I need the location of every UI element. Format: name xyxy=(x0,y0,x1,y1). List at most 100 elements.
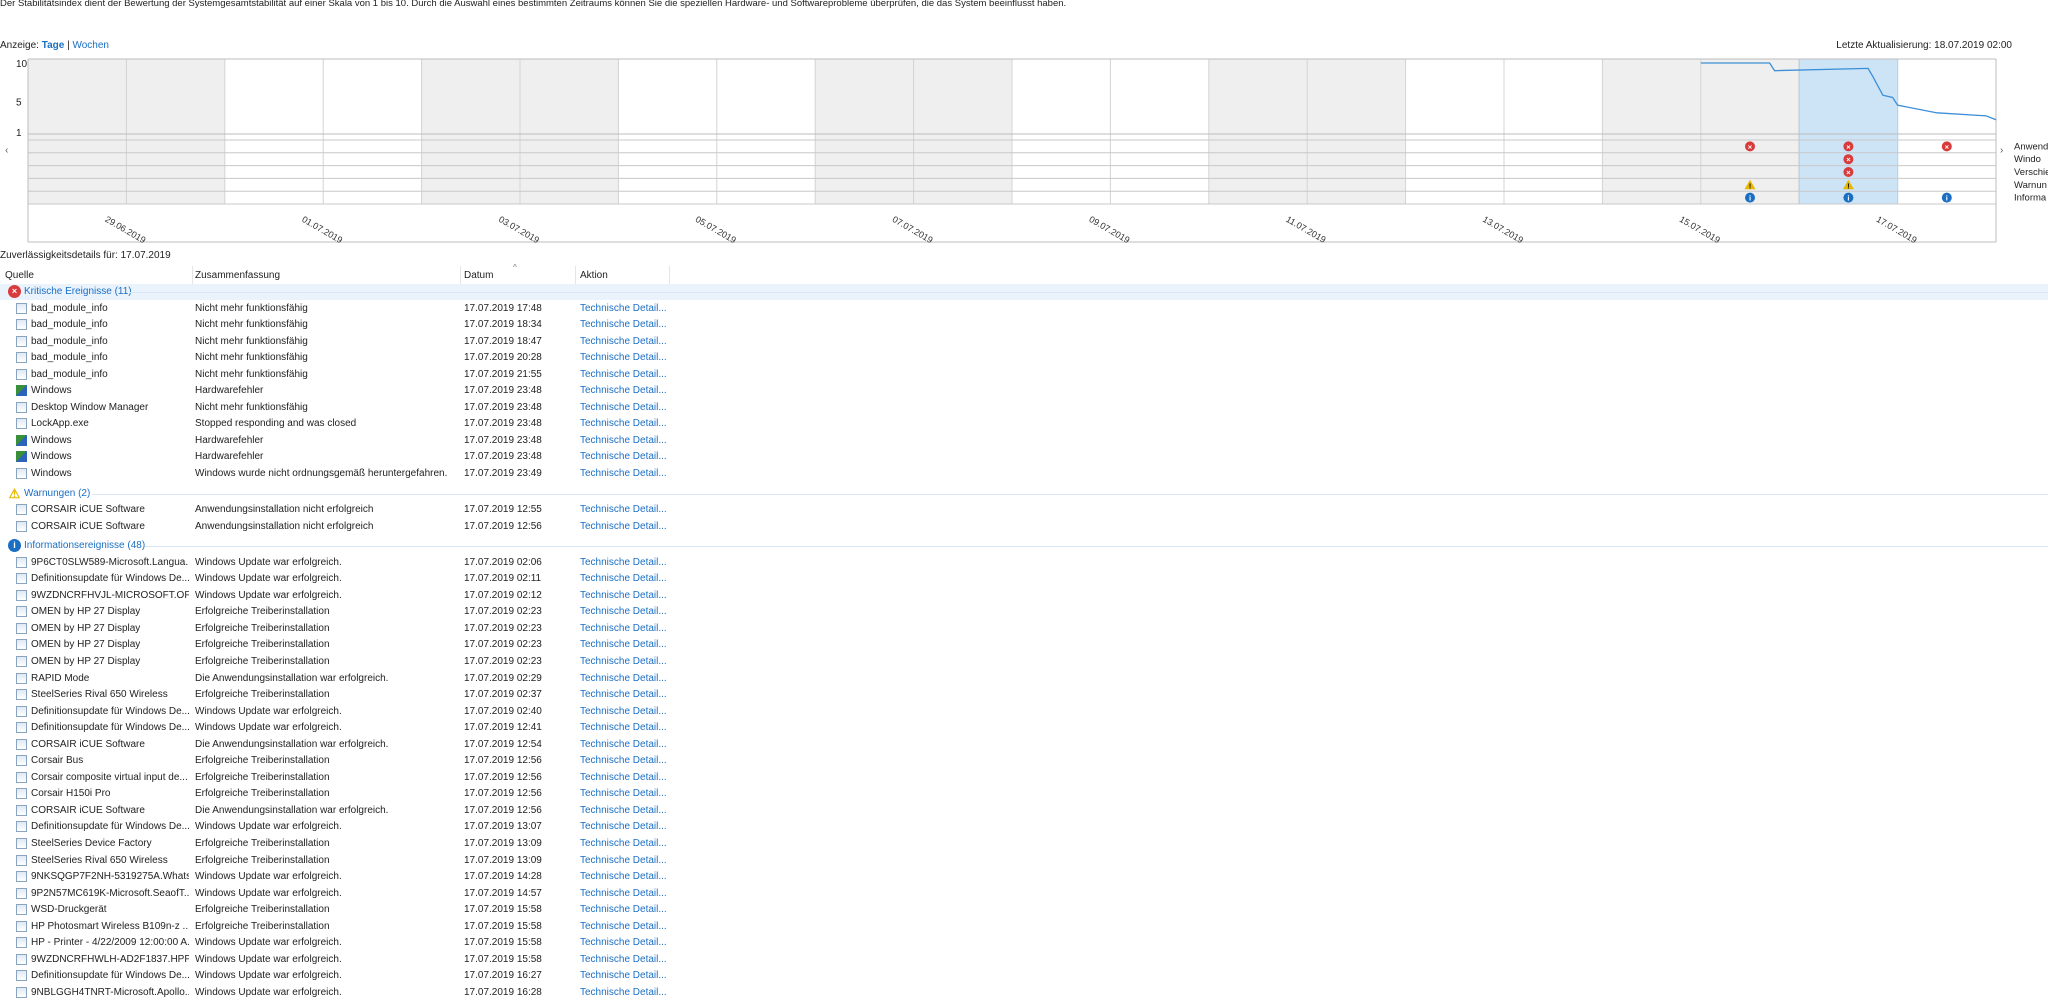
table-row[interactable]: Windows Hardwarefehler 17.07.2019 23:48 Tec… xyxy=(0,383,2048,400)
technical-details-link[interactable]: Technische Detail... xyxy=(580,468,667,479)
technical-details-link[interactable]: Technische Detail... xyxy=(580,656,667,667)
table-row[interactable]: bad_module_info Nicht mehr funktionsfähig… xyxy=(0,350,2048,367)
table-row[interactable]: Desktop Window Manager Nicht mehr funktio… xyxy=(0,400,2048,417)
table-row[interactable]: SteelSeries Device Factory Erfolgreiche T… xyxy=(0,836,2048,853)
summary-cell: Nicht mehr funktionsfähig xyxy=(195,368,308,380)
technical-details-link[interactable]: Technische Detail... xyxy=(580,319,667,330)
technical-details-link[interactable]: Technische Detail... xyxy=(580,987,667,998)
technical-details-link[interactable]: Technische Detail... xyxy=(580,303,667,314)
table-row[interactable]: OMEN by HP 27 Display Erfolgreiche Treibe… xyxy=(0,637,2048,654)
table-row[interactable]: Definitionsupdate für Windows De... Windo… xyxy=(0,571,2048,588)
technical-details-link[interactable]: Technische Detail... xyxy=(580,921,667,932)
technical-details-link[interactable]: Technische Detail... xyxy=(580,590,667,601)
technical-details-link[interactable]: Technische Detail... xyxy=(580,451,667,462)
table-row[interactable]: Definitionsupdate für Windows De... Windo… xyxy=(0,720,2048,737)
view-weeks-link[interactable]: Wochen xyxy=(72,40,109,51)
technical-details-link[interactable]: Technische Detail... xyxy=(580,970,667,981)
technical-details-link[interactable]: Technische Detail... xyxy=(580,706,667,717)
technical-details-link[interactable]: Technische Detail... xyxy=(580,871,667,882)
technical-details-link[interactable]: Technische Detail... xyxy=(580,673,667,684)
table-row[interactable]: Windows Hardwarefehler 17.07.2019 23:48 Tec… xyxy=(0,449,2048,466)
technical-details-link[interactable]: Technische Detail... xyxy=(580,821,667,832)
table-row[interactable]: HP Photosmart Wireless B109n-z ... Erfolg… xyxy=(0,919,2048,936)
table-row[interactable]: SteelSeries Rival 650 Wireless Erfolgreic… xyxy=(0,687,2048,704)
table-row[interactable]: Windows Hardwarefehler 17.07.2019 23:48 Tec… xyxy=(0,433,2048,450)
table-row[interactable]: OMEN by HP 27 Display Erfolgreiche Treibe… xyxy=(0,621,2048,638)
table-row[interactable]: CORSAIR iCUE Software Anwendungsinstallat… xyxy=(0,519,2048,536)
table-row[interactable]: LockApp.exe Stopped responding and was cl… xyxy=(0,416,2048,433)
table-row[interactable]: Definitionsupdate für Windows De... Windo… xyxy=(0,819,2048,836)
table-row[interactable]: bad_module_info Nicht mehr funktionsfähig… xyxy=(0,317,2048,334)
source-cell: WSD-Druckgerät xyxy=(31,904,107,916)
technical-details-link[interactable]: Technische Detail... xyxy=(580,788,667,799)
date-cell: 17.07.2019 23:48 xyxy=(464,385,542,397)
technical-details-link[interactable]: Technische Detail... xyxy=(580,336,667,347)
technical-details-link[interactable]: Technische Detail... xyxy=(580,888,667,899)
group-header[interactable]: × Kritische Ereignisse (11) xyxy=(0,284,2048,300)
technical-details-link[interactable]: Technische Detail... xyxy=(580,855,667,866)
table-row[interactable]: 9P2N57MC619K-Microsoft.SeaofT... Windows … xyxy=(0,886,2048,903)
technical-details-link[interactable]: Technische Detail... xyxy=(580,369,667,380)
technical-details-link[interactable]: Technische Detail... xyxy=(580,838,667,849)
date-cell: 17.07.2019 16:28 xyxy=(464,986,542,998)
technical-details-link[interactable]: Technische Detail... xyxy=(580,772,667,783)
table-row[interactable]: Definitionsupdate für Windows De... Windo… xyxy=(0,704,2048,721)
technical-details-link[interactable]: Technische Detail... xyxy=(580,557,667,568)
technical-details-link[interactable]: Technische Detail... xyxy=(580,954,667,965)
col-action-header[interactable]: Aktion xyxy=(580,270,608,281)
technical-details-link[interactable]: Technische Detail... xyxy=(580,521,667,532)
technical-details-link[interactable]: Technische Detail... xyxy=(580,435,667,446)
technical-details-link[interactable]: Technische Detail... xyxy=(580,639,667,650)
technical-details-link[interactable]: Technische Detail... xyxy=(580,606,667,617)
group-header[interactable]: i Informationsereignisse (48) xyxy=(0,538,2048,554)
technical-details-link[interactable]: Technische Detail... xyxy=(580,805,667,816)
table-row[interactable]: Corsair Bus Erfolgreiche Treiberinstallat… xyxy=(0,753,2048,770)
technical-details-link[interactable]: Technische Detail... xyxy=(580,623,667,634)
technical-details-link[interactable]: Technische Detail... xyxy=(580,739,667,750)
col-summary-header[interactable]: Zusammenfassung xyxy=(195,270,280,281)
technical-details-link[interactable]: Technische Detail... xyxy=(580,418,667,429)
technical-details-link[interactable]: Technische Detail... xyxy=(580,385,667,396)
col-source-header[interactable]: Quelle xyxy=(5,270,34,281)
summary-cell: Erfolgreiche Treiberinstallation xyxy=(195,788,330,800)
app-window-icon xyxy=(16,319,27,331)
technical-details-link[interactable]: Technische Detail... xyxy=(580,937,667,948)
table-row[interactable]: CORSAIR iCUE Software Anwendungsinstallat… xyxy=(0,502,2048,519)
table-row[interactable]: Windows Windows wurde nicht ordnungsgemäß… xyxy=(0,466,2048,483)
app-window-icon xyxy=(16,771,27,783)
table-row[interactable]: Corsair composite virtual input de... Erf… xyxy=(0,770,2048,787)
table-row[interactable]: 9WZDNCRFHWLH-AD2F1837.HPP... Windows Upda… xyxy=(0,952,2048,969)
technical-details-link[interactable]: Technische Detail... xyxy=(580,504,667,515)
table-row[interactable]: 9P6CT0SLW589-Microsoft.Langua... Windows … xyxy=(0,555,2048,572)
technical-details-link[interactable]: Technische Detail... xyxy=(580,722,667,733)
table-row[interactable]: CORSAIR iCUE Software Die Anwendungsinsta… xyxy=(0,803,2048,820)
table-row[interactable]: Definitionsupdate für Windows De... Windo… xyxy=(0,968,2048,985)
table-row[interactable]: OMEN by HP 27 Display Erfolgreiche Treibe… xyxy=(0,604,2048,621)
table-row[interactable]: SteelSeries Rival 650 Wireless Erfolgreic… xyxy=(0,853,2048,870)
summary-cell: Erfolgreiche Treiberinstallation xyxy=(195,689,330,701)
technical-details-link[interactable]: Technische Detail... xyxy=(580,689,667,700)
col-date-header[interactable]: Datum xyxy=(464,270,493,281)
technical-details-link[interactable]: Technische Detail... xyxy=(580,573,667,584)
reliability-chart[interactable]: 10 5 1 × × × × ×! ! i i i 29.06.2019 01.07.2019 03.07.… xyxy=(0,56,2048,246)
table-row[interactable]: 9NKSQGP7F2NH-5319275A.Whats... Windows Up… xyxy=(0,869,2048,886)
table-row[interactable]: 9WZDNCRFHVJL-MICROSOFT.OF... Windows Upda… xyxy=(0,588,2048,605)
table-row[interactable]: 9NBLGGH4TNRT-Microsoft.Apollo... Windows … xyxy=(0,985,2048,1002)
view-days-link[interactable]: Tage xyxy=(42,40,65,51)
table-row[interactable]: bad_module_info Nicht mehr funktionsfähig… xyxy=(0,367,2048,384)
table-row[interactable]: Corsair H150i Pro Erfolgreiche Treiberins… xyxy=(0,786,2048,803)
group-header[interactable]: ⚠ Warnungen (2) xyxy=(0,486,2048,502)
table-row[interactable]: bad_module_info Nicht mehr funktionsfähig… xyxy=(0,334,2048,351)
date-cell: 17.07.2019 02:06 xyxy=(464,556,542,568)
table-row[interactable]: bad_module_info Nicht mehr funktionsfähig… xyxy=(0,301,2048,318)
table-row[interactable]: OMEN by HP 27 Display Erfolgreiche Treibe… xyxy=(0,654,2048,671)
table-row[interactable]: WSD-Druckgerät Erfolgreiche Treiberinstal… xyxy=(0,902,2048,919)
table-row[interactable]: CORSAIR iCUE Software Die Anwendungsinsta… xyxy=(0,737,2048,754)
table-row[interactable]: HP - Printer - 4/22/2009 12:00:00 A... Wi… xyxy=(0,935,2048,952)
chart-column xyxy=(126,59,225,204)
technical-details-link[interactable]: Technische Detail... xyxy=(580,755,667,766)
table-row[interactable]: RAPID Mode Die Anwendungsinstallation war… xyxy=(0,671,2048,688)
technical-details-link[interactable]: Technische Detail... xyxy=(580,904,667,915)
technical-details-link[interactable]: Technische Detail... xyxy=(580,352,667,363)
technical-details-link[interactable]: Technische Detail... xyxy=(580,402,667,413)
